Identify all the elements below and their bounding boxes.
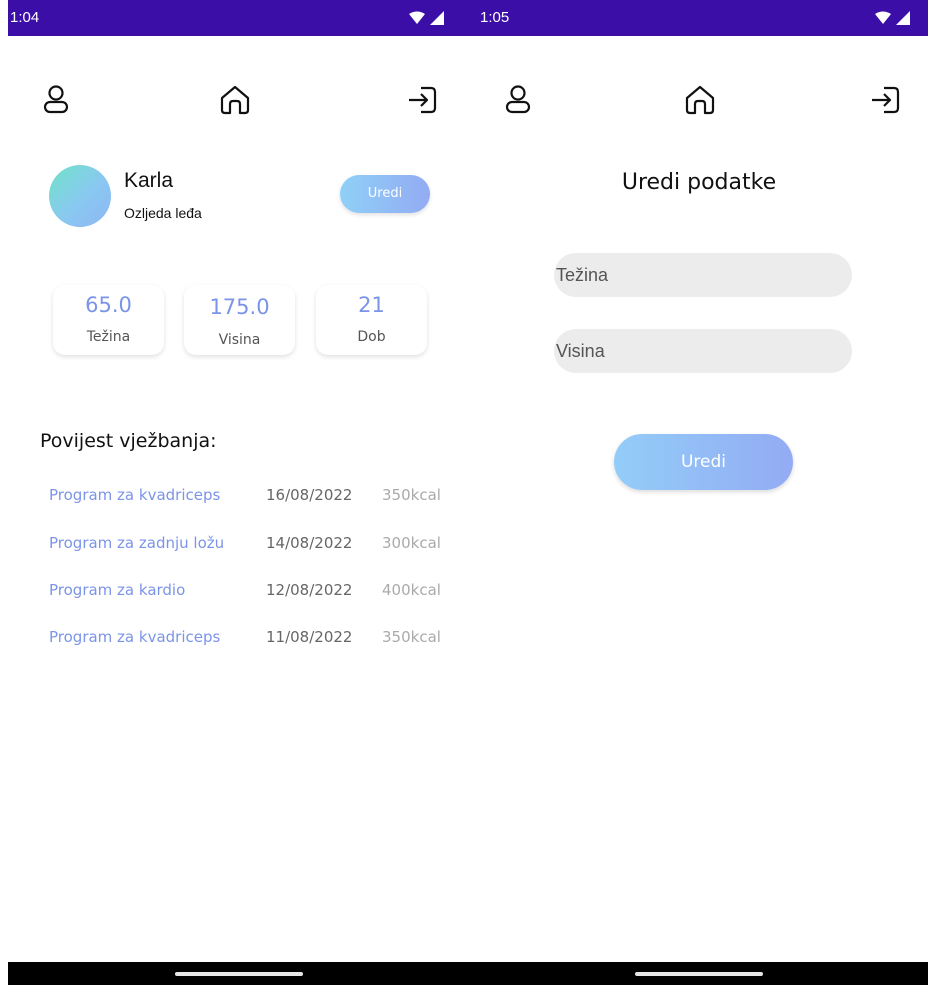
profile-icon[interactable] bbox=[502, 82, 538, 118]
stat-card-height: 175.0 Visina bbox=[184, 285, 295, 355]
stat-value: 175.0 bbox=[209, 295, 270, 319]
stat-value: 65.0 bbox=[85, 293, 132, 317]
user-injury: Ozljeda leđa bbox=[124, 205, 202, 221]
history-date: 12/08/2022 bbox=[266, 581, 353, 599]
profile-screen: 1:04 Karla Ozljeda leđa Uredi 65.0 Težin… bbox=[8, 0, 470, 985]
signal-icon bbox=[409, 11, 444, 25]
history-date: 11/08/2022 bbox=[266, 628, 353, 646]
history-kcal: 300kcal bbox=[382, 534, 441, 552]
system-nav-bar bbox=[470, 962, 928, 985]
signal-icon bbox=[875, 11, 910, 25]
stat-label: Dob bbox=[357, 329, 386, 345]
status-time: 1:05 bbox=[480, 9, 510, 26]
edit-data-screen: 1:05 Uredi podatke Uredi bbox=[470, 0, 928, 985]
user-name: Karla bbox=[124, 169, 174, 192]
history-program[interactable]: Program za kardio bbox=[49, 581, 185, 599]
history-program[interactable]: Program za kvadriceps bbox=[49, 628, 220, 646]
history-kcal: 350kcal bbox=[382, 628, 441, 646]
stat-card-age: 21 Dob bbox=[316, 285, 427, 355]
history-program[interactable]: Program za kvadriceps bbox=[49, 486, 220, 504]
stat-label: Težina bbox=[86, 329, 131, 345]
status-time: 1:04 bbox=[10, 9, 40, 26]
history-date: 14/08/2022 bbox=[266, 534, 353, 552]
history-row[interactable]: Program za kardio 12/08/2022 400kcal bbox=[8, 581, 470, 605]
history-row[interactable]: Program za zadnju ložu 14/08/2022 300kca… bbox=[8, 534, 470, 558]
logout-icon[interactable] bbox=[405, 82, 441, 118]
weight-input[interactable] bbox=[554, 253, 852, 297]
profile-icon[interactable] bbox=[40, 82, 76, 118]
history-kcal: 400kcal bbox=[382, 581, 441, 599]
edit-profile-button[interactable]: Uredi bbox=[340, 175, 430, 213]
height-input[interactable] bbox=[554, 329, 852, 373]
submit-edit-button[interactable]: Uredi bbox=[614, 434, 793, 490]
history-program[interactable]: Program za zadnju ložu bbox=[49, 534, 224, 552]
home-icon[interactable] bbox=[217, 82, 253, 118]
history-date: 16/08/2022 bbox=[266, 486, 353, 504]
history-title: Povijest vježbanja: bbox=[40, 430, 217, 452]
history-row[interactable]: Program za kvadriceps 11/08/2022 350kcal bbox=[8, 628, 470, 652]
system-nav-bar bbox=[8, 962, 470, 985]
home-gesture-handle[interactable] bbox=[635, 972, 763, 976]
status-bar: 1:04 bbox=[8, 0, 470, 36]
page-title: Uredi podatke bbox=[621, 170, 777, 195]
stat-card-weight: 65.0 Težina bbox=[53, 285, 164, 355]
stat-label: Visina bbox=[218, 332, 261, 348]
avatar bbox=[49, 165, 111, 227]
status-bar: 1:05 bbox=[470, 0, 928, 36]
logout-icon[interactable] bbox=[868, 82, 904, 118]
history-row[interactable]: Program za kvadriceps 16/08/2022 350kcal bbox=[8, 486, 470, 510]
stat-value: 21 bbox=[358, 293, 385, 317]
home-icon[interactable] bbox=[682, 82, 718, 118]
history-kcal: 350kcal bbox=[382, 486, 441, 504]
home-gesture-handle[interactable] bbox=[175, 972, 303, 976]
